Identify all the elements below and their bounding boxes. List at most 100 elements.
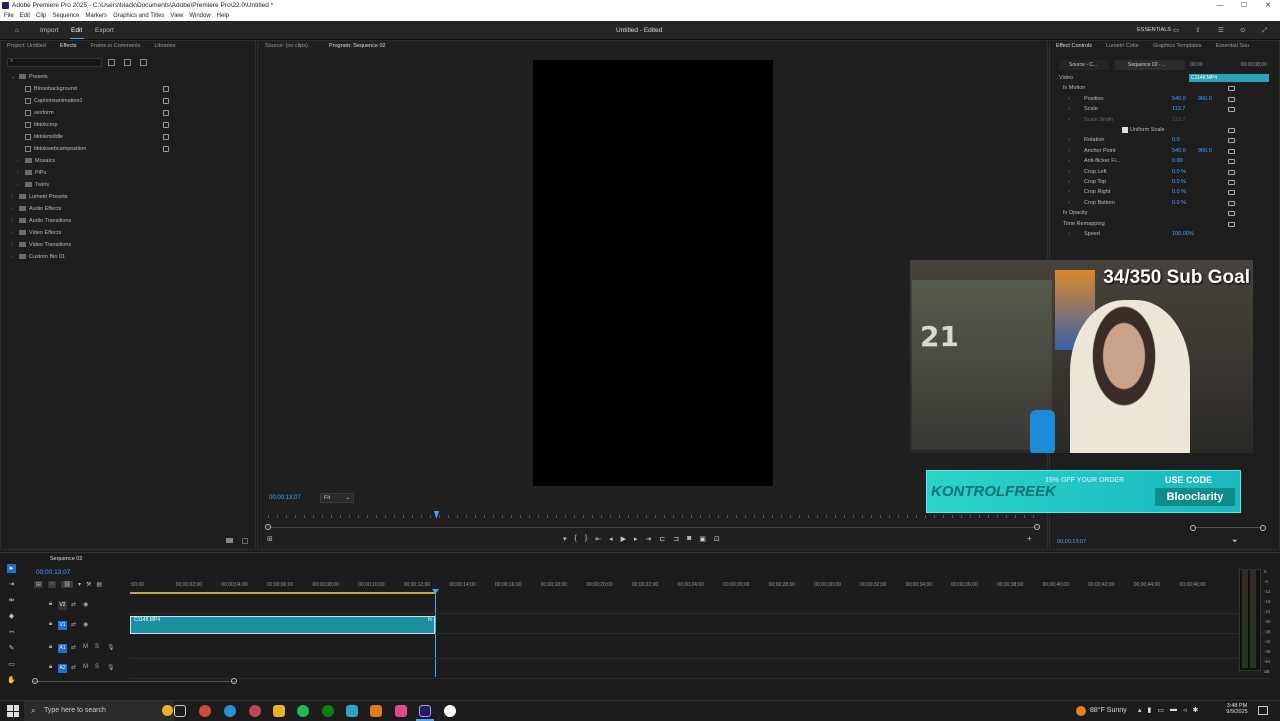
ec-clip-bar[interactable]: C1148.MP4 xyxy=(1189,74,1269,82)
chevron-right-icon[interactable]: › xyxy=(17,168,25,178)
ec-row[interactable]: fx Opacity xyxy=(1063,208,1235,218)
go-to-out-icon[interactable]: ⇥ xyxy=(646,535,652,543)
ripple-edit-icon[interactable]: ⇹ xyxy=(7,596,16,605)
hand-tool-icon[interactable]: ✋ xyxy=(7,676,16,685)
task-view-icon[interactable] xyxy=(174,705,186,717)
ec-row[interactable]: › Crop Right 0.0 % xyxy=(1068,187,1235,197)
menu-file[interactable]: File xyxy=(4,11,14,21)
chevron-right-icon[interactable]: › xyxy=(1068,156,1070,166)
track-header[interactable]: 🔒︎ V1 ⇄ ◉ xyxy=(47,621,1270,634)
progress-icon[interactable]: ⊙ xyxy=(1240,21,1245,40)
export-frame-icon[interactable]: ◙ xyxy=(687,535,691,543)
ec-value[interactable]: 0.00 xyxy=(1172,156,1183,166)
track-target[interactable]: A2 xyxy=(58,664,67,673)
playback-scrubber[interactable] xyxy=(268,527,1038,528)
ec-zoom-bar[interactable] xyxy=(1196,527,1260,528)
mute-icon[interactable]: M xyxy=(83,664,88,670)
effects-tree-item[interactable]: sexform xyxy=(17,108,169,118)
effects-tree-item[interactable]: ⌄ Presets xyxy=(11,72,48,82)
ec-row[interactable]: › Anchor Point 540.0 960.0 xyxy=(1068,146,1235,156)
fit-dropdown[interactable]: Fit ⌄ xyxy=(320,493,354,503)
microphone-icon[interactable]: 🎙︎ xyxy=(107,664,115,671)
effects-tree-item[interactable]: › Custom Bin 01 xyxy=(11,252,65,262)
reset-icon[interactable] xyxy=(1228,200,1235,206)
minimize-icon[interactable]: — xyxy=(1208,0,1232,11)
filter-icon[interactable]: ⏷ xyxy=(1232,538,1238,546)
solo-icon[interactable]: S xyxy=(95,664,99,670)
track-header[interactable]: 🔒︎ A2 ⇄ M S 🎙︎ xyxy=(47,664,1270,679)
export-tab[interactable]: Export xyxy=(95,21,114,40)
timeline-zoom-bar[interactable] xyxy=(33,681,237,682)
selection-tool-icon[interactable]: ▸ xyxy=(7,564,16,573)
chevron-right-icon[interactable]: › xyxy=(11,216,19,226)
timeline-ruler[interactable]: :00;00 00;00;02;00 00;00;04;00 00;00;06;00 0… xyxy=(130,582,1225,592)
chevron-right-icon[interactable]: › xyxy=(1068,104,1070,114)
timeline-timecode[interactable]: 00;00;13;07 xyxy=(36,569,70,576)
program-timecode[interactable]: 00;00;13;07 xyxy=(269,495,301,501)
wrench-icon[interactable]: ⚒ xyxy=(86,581,91,588)
step-forward-icon[interactable]: ▸ xyxy=(634,535,638,543)
reset-icon[interactable] xyxy=(1228,138,1235,144)
left-tab-2[interactable]: Frame.io Comments xyxy=(91,41,141,52)
chevron-right-icon[interactable]: › xyxy=(1068,177,1070,187)
ec-value[interactable]: 100.00% xyxy=(1172,229,1194,239)
quick-export-icon[interactable]: ☰ xyxy=(1218,21,1224,40)
edge-icon[interactable] xyxy=(224,705,236,717)
step-back-icon[interactable]: ◂ xyxy=(609,535,613,543)
effects-tree-item[interactable]: › Video Effects xyxy=(11,228,61,238)
lock-icon[interactable]: 🔒︎ xyxy=(49,621,52,628)
slip-tool-icon[interactable]: ⇿ xyxy=(7,628,16,637)
menu-edit[interactable]: Edit xyxy=(20,11,30,21)
menu-window[interactable]: Window xyxy=(189,11,210,21)
scrubber-in-handle[interactable] xyxy=(265,524,271,530)
new-bin-icon[interactable] xyxy=(226,538,233,543)
lock-icon[interactable]: 🔒︎ xyxy=(49,664,52,671)
reset-icon[interactable] xyxy=(1228,96,1235,102)
add-marker-icon[interactable]: ▾ xyxy=(563,535,567,543)
chrome-icon[interactable] xyxy=(199,705,211,717)
timeline-playhead[interactable] xyxy=(435,591,436,677)
chevron-right-icon[interactable]: › xyxy=(17,180,25,190)
left-tab-1[interactable]: Effects xyxy=(60,41,77,52)
microphone-icon[interactable]: 🎙︎ xyxy=(107,644,115,651)
reset-icon[interactable] xyxy=(1228,221,1235,227)
chevron-right-icon[interactable]: › xyxy=(11,252,19,262)
ec-row[interactable]: Time Remapping xyxy=(1063,219,1235,229)
video-clip[interactable]: C1148.MP4 fx xyxy=(130,616,435,634)
add-marker-icon[interactable]: ▾ xyxy=(78,581,81,588)
reset-icon[interactable] xyxy=(1228,169,1235,175)
source-clip-selector[interactable]: Source - C... xyxy=(1059,60,1109,70)
ec-tab-1[interactable]: Lumetri Color xyxy=(1106,41,1139,52)
sync-lock-icon[interactable]: ⇄ xyxy=(71,601,76,608)
rectangle-tool-icon[interactable]: ▭ xyxy=(7,660,16,669)
reset-icon[interactable] xyxy=(1228,86,1235,92)
effects-tree-item[interactable]: tiktokwebcamposition xyxy=(17,144,169,154)
chevron-right-icon[interactable]: › xyxy=(11,228,19,238)
track-target[interactable]: V2 xyxy=(58,601,67,610)
reset-icon[interactable] xyxy=(1228,128,1235,133)
track-target[interactable]: A1 xyxy=(58,644,67,653)
menu-help[interactable]: Help xyxy=(217,11,229,21)
insert-icon[interactable]: ⊏ xyxy=(659,535,665,543)
overwrite-icon[interactable]: ⊐ xyxy=(673,535,679,543)
ec-value[interactable]: 0.0 xyxy=(1172,135,1180,145)
sequence-clip-selector[interactable]: Sequence 02 - ... xyxy=(1115,60,1185,70)
effects-tree-item[interactable]: Blooobackground xyxy=(17,84,169,94)
left-tab-0[interactable]: Project: Untitled xyxy=(7,41,46,52)
menu-view[interactable]: View xyxy=(170,11,183,21)
pen-tool-icon[interactable]: ✎ xyxy=(7,644,16,653)
menu-clip[interactable]: Clip xyxy=(36,11,46,21)
chevron-right-icon[interactable]: › xyxy=(11,240,19,250)
solo-icon[interactable]: S xyxy=(95,644,99,650)
chevron-right-icon[interactable]: › xyxy=(1068,146,1070,156)
ec-value-2[interactable]: 960.0 xyxy=(1198,94,1212,104)
xbox-icon[interactable] xyxy=(322,705,334,717)
bluetooth-icon[interactable]: ✱ xyxy=(1193,706,1199,714)
effects-tree-item[interactable]: › PiPs xyxy=(17,168,46,178)
mute-icon[interactable]: M xyxy=(83,644,88,650)
lock-icon[interactable]: 🔒︎ xyxy=(49,601,52,608)
sync-lock-icon[interactable]: ⇄ xyxy=(71,621,76,628)
weather-text[interactable]: 88°F Sunny xyxy=(1090,707,1127,714)
menu-graphics-and-titles[interactable]: Graphics and Titles xyxy=(113,11,164,21)
work-area-bar[interactable] xyxy=(130,592,435,594)
